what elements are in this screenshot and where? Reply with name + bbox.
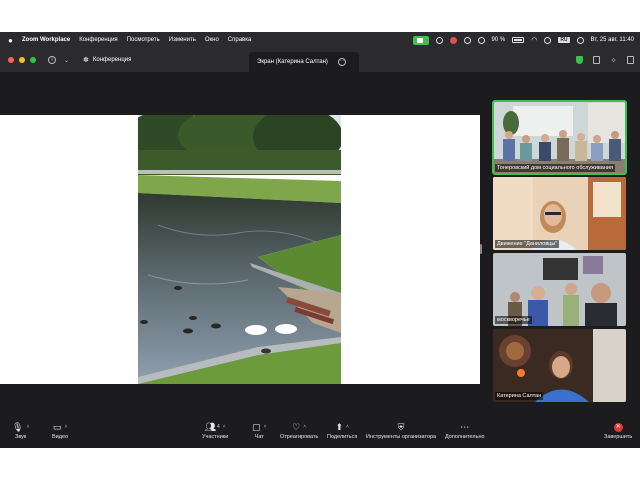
more-label: Дополнительно bbox=[445, 434, 485, 440]
end-label: Завершить bbox=[604, 434, 633, 440]
close-icon: ✕ bbox=[613, 422, 623, 432]
video-button[interactable]: ▭ ˄ Видео bbox=[52, 420, 69, 441]
wifi-icon[interactable]: ◠ bbox=[531, 36, 537, 44]
menu-window[interactable]: Окно bbox=[205, 37, 219, 43]
share-screen-icon: ⬆︎ bbox=[335, 421, 343, 432]
react-label: Отреагировать bbox=[280, 434, 319, 440]
status-area: 90 % ◠ RU Вт, 25 авг. 11:40 bbox=[412, 32, 634, 48]
participant-name: Движение "Даниловцы" bbox=[495, 240, 560, 248]
traffic-lights bbox=[8, 57, 36, 63]
video-tile[interactable]: Движение "Даниловцы" bbox=[493, 177, 626, 250]
camera-in-use-icon[interactable] bbox=[412, 35, 429, 45]
participants-icon: 👥︎ bbox=[204, 421, 216, 432]
shared-screen bbox=[0, 115, 480, 384]
end-meeting-button[interactable]: ✕ Завершить bbox=[604, 420, 632, 440]
audio-button[interactable]: 🎙︎ ˄ Звук bbox=[12, 420, 29, 441]
chevron-up-icon[interactable]: ˄ bbox=[223, 424, 226, 430]
shield-icon: ⛨ bbox=[397, 421, 405, 432]
spotlight-icon[interactable] bbox=[576, 36, 584, 44]
meeting-toolbar: 🎙︎ ˄ Звук ▭ ˄ Видео 👥︎ 4 ˄ Участники ▢ ˄ Чат … bbox=[0, 416, 640, 448]
heart-icon: ♡ bbox=[292, 421, 301, 432]
react-button[interactable]: ♡ ˄ Отреагировать bbox=[280, 420, 319, 441]
status-icon[interactable] bbox=[435, 36, 443, 44]
tab-screen-share[interactable]: Экран (Катерина Салтан) ··· bbox=[249, 52, 360, 72]
chevron-up-icon[interactable]: ˄ bbox=[303, 424, 306, 430]
status-icon[interactable] bbox=[477, 36, 485, 44]
panel-resize-handle[interactable] bbox=[480, 244, 482, 254]
menu-help[interactable]: Справка bbox=[228, 37, 252, 43]
more-button[interactable]: ⋯ Дополнительно bbox=[445, 420, 485, 441]
fullscreen-window-button[interactable] bbox=[30, 57, 36, 63]
host-tools-label: Инструменты организатора bbox=[366, 434, 437, 440]
microphone-icon: 🎙︎ bbox=[12, 421, 24, 432]
window-titlebar: i ⌄ ✽ Конференция Экран (Катерина Салтан… bbox=[0, 48, 640, 72]
battery-percent: 90 % bbox=[491, 37, 506, 43]
keyboard-layout-icon[interactable]: RU bbox=[558, 37, 570, 43]
video-label: Видео bbox=[52, 434, 69, 440]
share-label: Поделиться bbox=[327, 434, 358, 440]
battery-icon[interactable] bbox=[512, 37, 525, 43]
participant-name: Катерина Салтан bbox=[495, 392, 544, 400]
shared-photo-park-pond bbox=[138, 115, 341, 384]
chevron-down-icon[interactable]: ⌄ bbox=[64, 57, 69, 64]
chevron-up-icon[interactable]: ˄ bbox=[346, 424, 349, 430]
chat-button[interactable]: ▢ ˄ Чат bbox=[252, 420, 267, 441]
side-panel-icon[interactable] bbox=[627, 56, 634, 64]
paw-icon: ✽ bbox=[83, 57, 89, 64]
share-button[interactable]: ⬆︎ ˄ Поделиться bbox=[327, 420, 358, 441]
view-layout-icon[interactable] bbox=[593, 56, 601, 64]
video-tile[interactable]: москворечье bbox=[493, 253, 626, 326]
zoom-window: i ⌄ ✽ Конференция Экран (Катерина Салтан… bbox=[0, 48, 640, 448]
chevron-up-icon[interactable]: ˄ bbox=[64, 424, 67, 430]
participant-name: Тонеровский дом социального обслуживания bbox=[495, 164, 615, 172]
macos-menu-bar: ● Zoom Workplace Конференция Посмотреть … bbox=[0, 32, 640, 48]
participants-button[interactable]: 👥︎ 4 ˄ Участники bbox=[202, 420, 229, 441]
menu-edit[interactable]: Изменить bbox=[169, 37, 196, 43]
chat-bubble-icon: ▢ bbox=[252, 421, 261, 432]
tab-meeting-label: Конференция bbox=[92, 57, 132, 63]
clock[interactable]: Вт, 25 авг. 11:40 bbox=[591, 37, 634, 43]
participants-label: Участники bbox=[202, 434, 229, 440]
menu-view[interactable]: Посмотреть bbox=[127, 37, 160, 43]
participants-count: 4 bbox=[217, 424, 220, 430]
video-tile[interactable]: Катерина Салтан bbox=[493, 329, 626, 402]
chevron-up-icon[interactable]: ˄ bbox=[264, 424, 267, 430]
titlebar-right-controls: ✧ bbox=[576, 48, 634, 72]
info-icon[interactable]: i bbox=[48, 56, 56, 64]
status-icon[interactable] bbox=[463, 36, 471, 44]
video-tile[interactable]: Тонеровский дом социального обслуживания bbox=[492, 100, 627, 175]
more-icon: ⋯ bbox=[460, 421, 470, 432]
recording-icon[interactable] bbox=[449, 36, 457, 44]
apple-icon[interactable]: ● bbox=[8, 36, 16, 45]
chat-label: Чат bbox=[254, 434, 264, 440]
sparkle-icon[interactable]: ✧ bbox=[610, 56, 617, 65]
security-shield-icon[interactable] bbox=[576, 56, 584, 64]
menu-conference[interactable]: Конференция bbox=[79, 37, 117, 43]
menu-app-name[interactable]: Zoom Workplace bbox=[22, 37, 70, 43]
tab-screen-share-label: Экран (Катерина Салтан) bbox=[257, 59, 328, 65]
tab-meeting[interactable]: ✽ Конференция bbox=[75, 48, 179, 72]
more-options-icon[interactable]: ··· bbox=[337, 58, 346, 66]
host-tools-button[interactable]: ⛨ Инструменты организатора bbox=[366, 420, 437, 441]
video-camera-icon: ▭ bbox=[52, 421, 62, 432]
close-window-button[interactable] bbox=[8, 57, 14, 63]
minimize-window-button[interactable] bbox=[19, 57, 25, 63]
audio-label: Звук bbox=[15, 434, 27, 440]
participant-name: москворечье bbox=[495, 316, 532, 324]
control-center-icon[interactable] bbox=[544, 36, 552, 44]
chevron-up-icon[interactable]: ˄ bbox=[26, 424, 29, 430]
